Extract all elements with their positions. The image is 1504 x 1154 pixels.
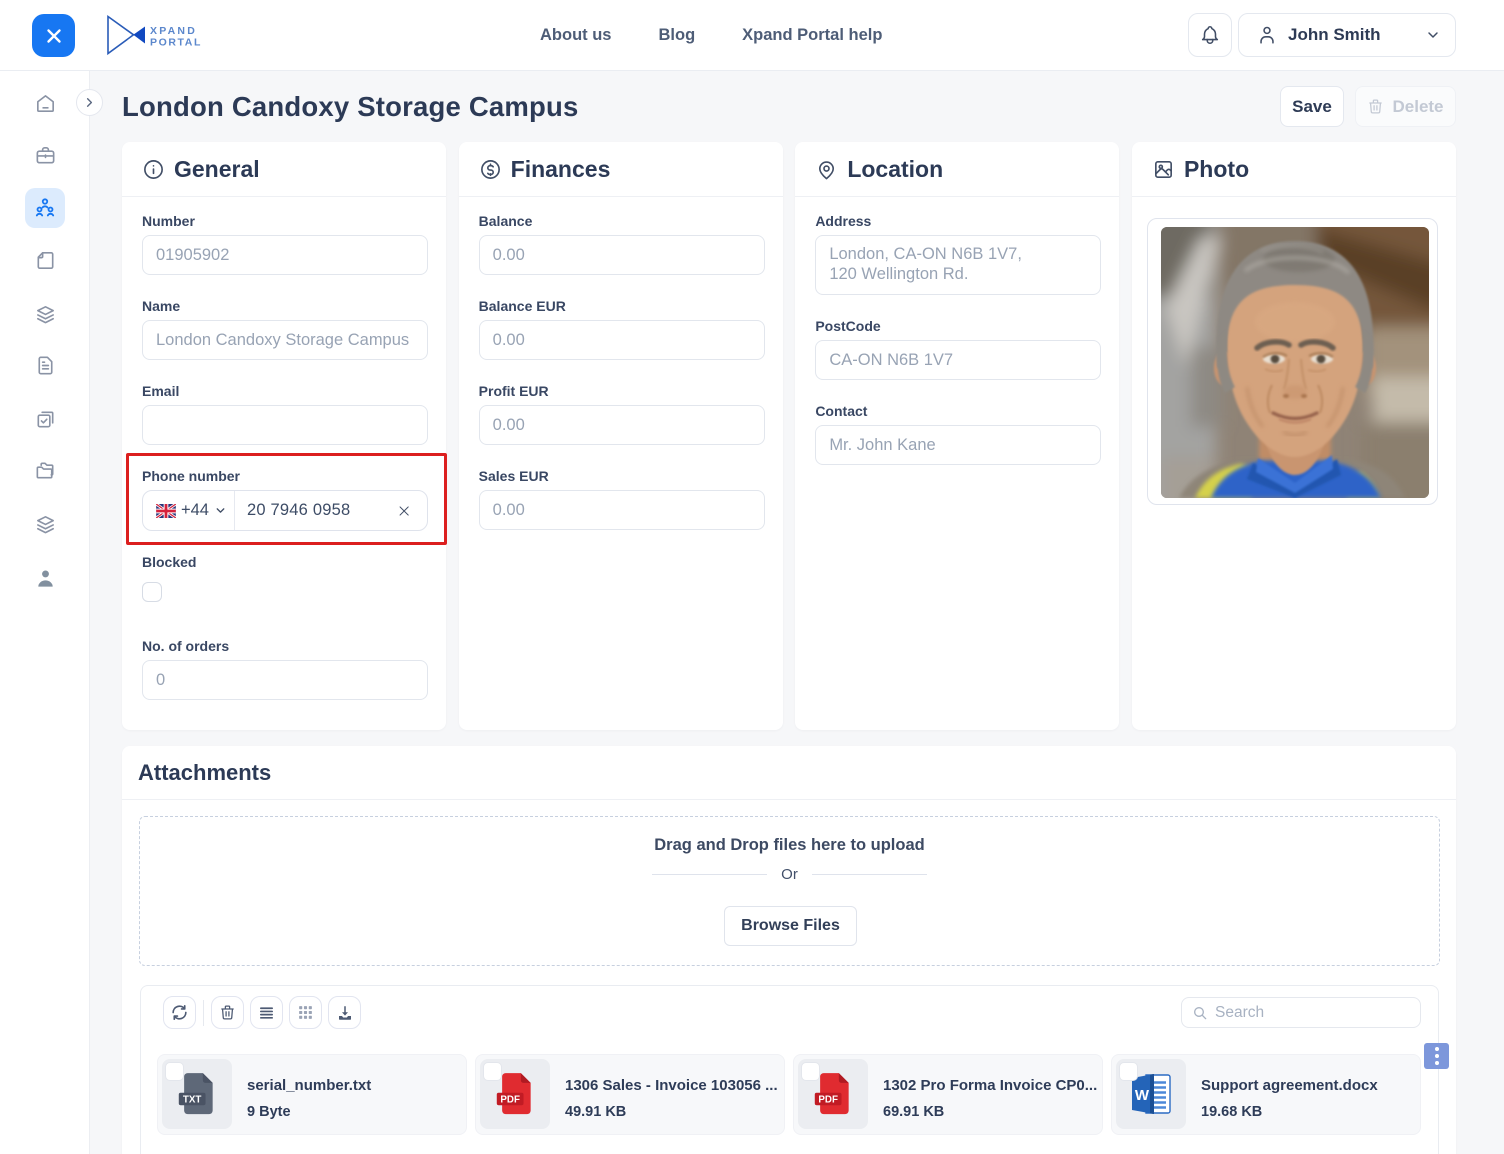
svg-text:PORTAL: PORTAL [150, 37, 202, 49]
svg-text:PDF: PDF [500, 1094, 520, 1105]
svg-text:PDF: PDF [818, 1094, 838, 1105]
svg-text:TXT: TXT [182, 1094, 201, 1105]
svg-text:XPAND: XPAND [150, 25, 197, 37]
svg-text:W: W [1135, 1087, 1150, 1104]
